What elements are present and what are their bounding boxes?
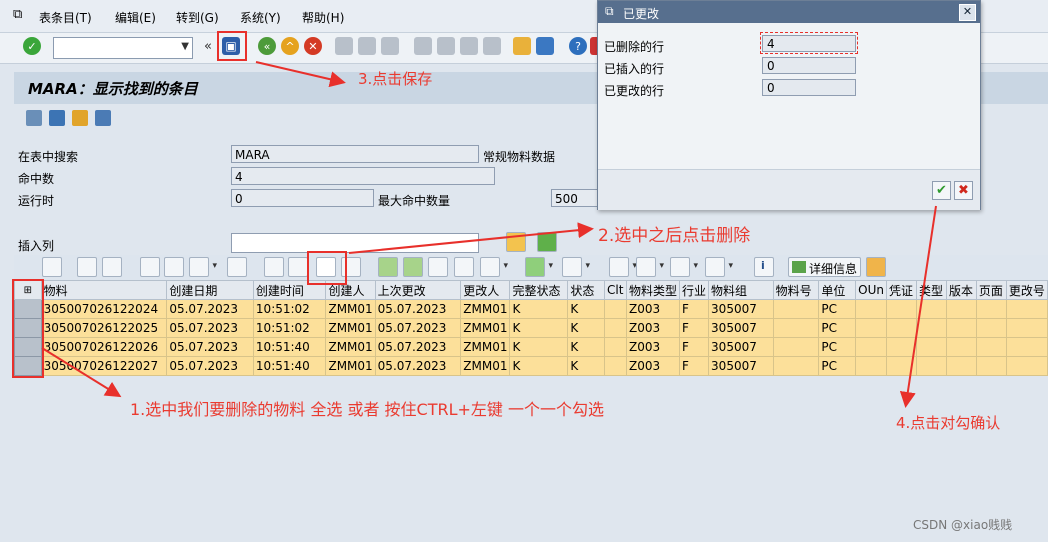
annotation-step3: 3.点击保存 <box>358 70 433 88</box>
arrow-step1 <box>41 347 122 398</box>
annotation-arrows <box>41 61 937 408</box>
annotation-step1: 1.选中我们要删除的物料 全选 或者 按住CTRL+左键 一个一个勾选 <box>130 400 604 419</box>
arrow-step3 <box>255 61 346 88</box>
annotation-step4: 4.点击对勾确认 <box>896 414 1001 432</box>
arrow-step2 <box>348 222 594 254</box>
annotation-step2: 2.选中之后点击删除 <box>598 226 751 246</box>
watermark: CSDN @xiao贱贱 <box>913 518 1013 532</box>
arrow-step4 <box>899 205 937 408</box>
